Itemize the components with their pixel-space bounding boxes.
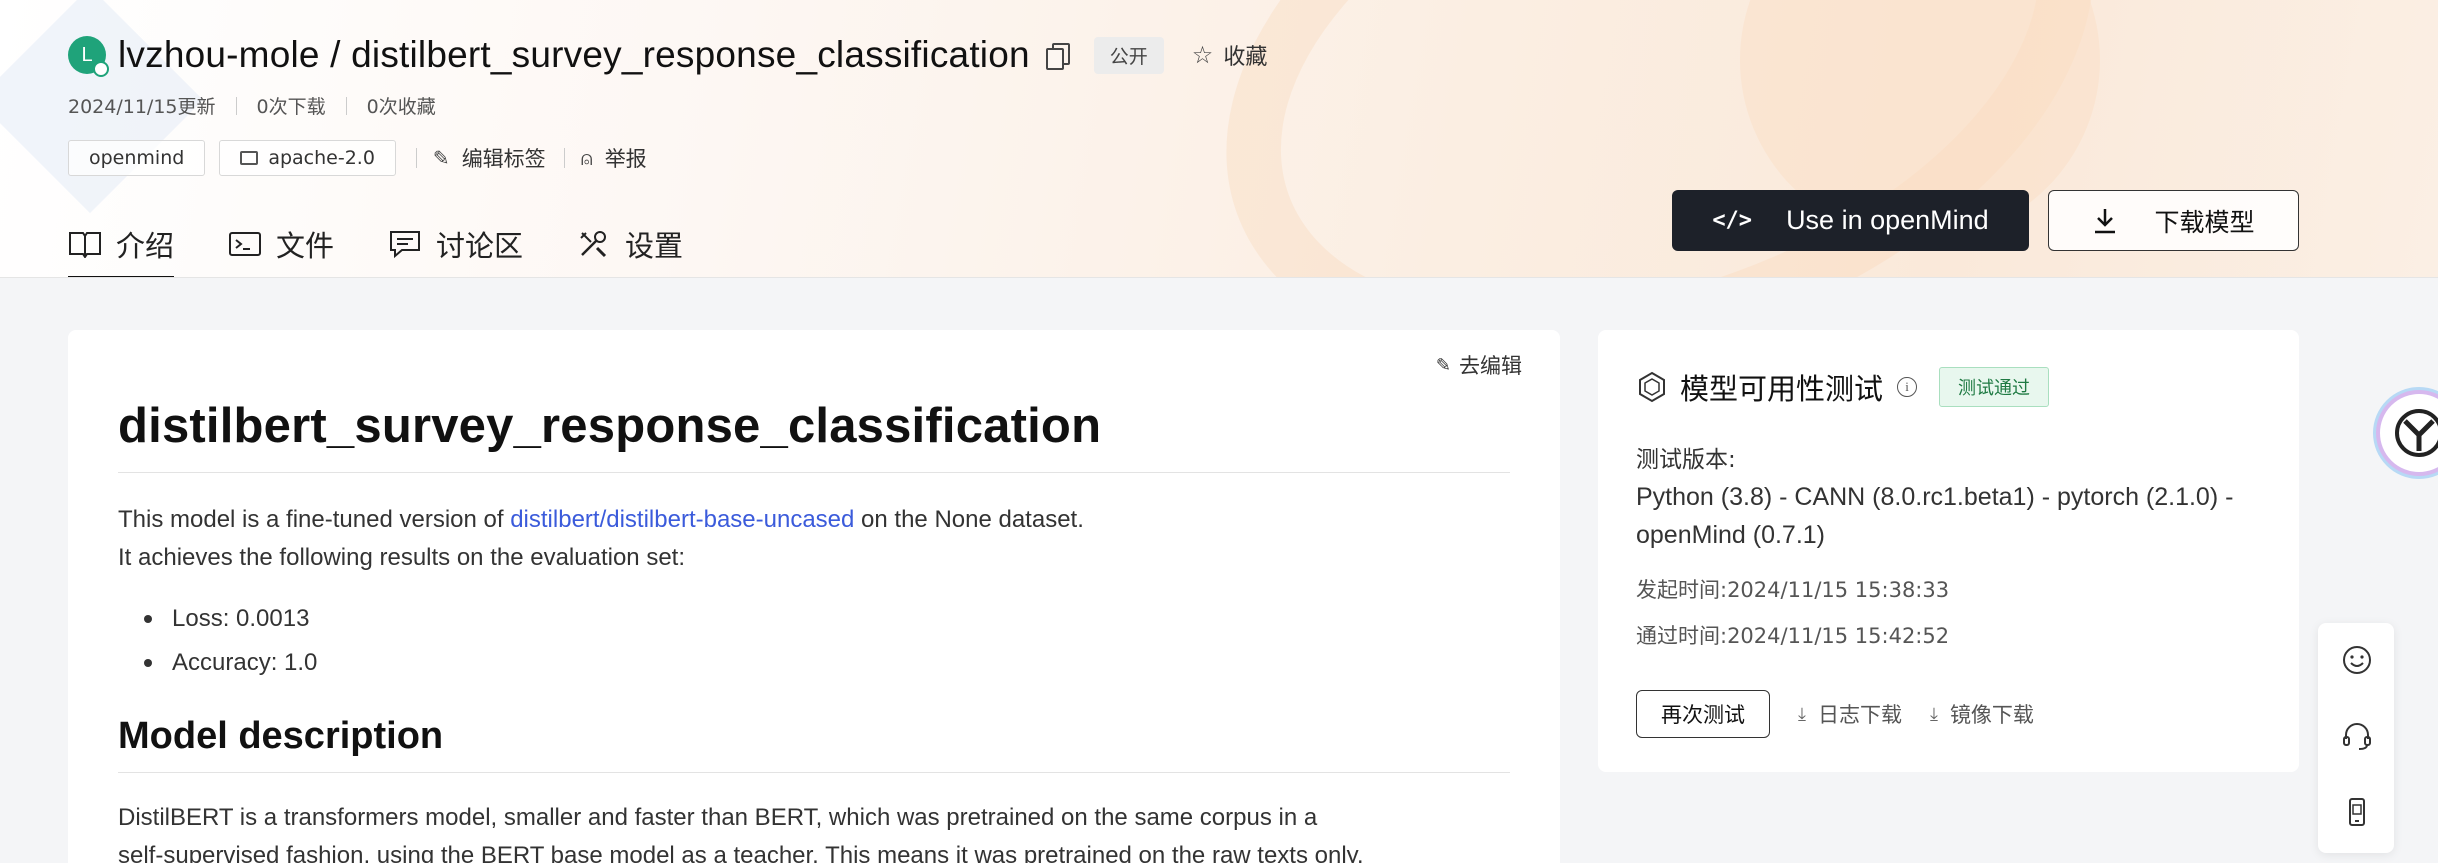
report-label: 举报 [604,147,647,171]
tools-icon [577,229,611,259]
hexagon-icon [1636,371,1668,403]
log-download-label: 日志下载 [1817,703,1902,727]
divider [415,148,417,168]
download-icon [2092,207,2118,235]
avatar-letter: L [81,43,93,66]
description-line: DistilBERT is a transformers model, smal… [118,804,1318,831]
copy-icon[interactable] [1045,43,1070,70]
tab-intro[interactable]: 介绍 [68,210,175,277]
info-icon[interactable]: i [1897,377,1918,397]
favorite-button[interactable]: ☆ 收藏 [1192,39,1268,71]
repo-title: lvzhou-mole / distilbert_survey_response… [118,34,1030,76]
download-icon: ⤓ [1798,703,1806,725]
tag-license[interactable]: apache-2.0 [219,140,396,176]
updated-date: 2024/11/15更新 [68,96,216,118]
availability-title: 模型可用性测试 [1680,372,1884,406]
download-icon: ⤓ [1929,703,1938,725]
feedback-smile-icon[interactable] [2340,643,2374,677]
intro-text: This model is a fine-tuned version of [118,506,511,533]
visibility-badge: 公开 [1093,36,1164,74]
use-in-openmind-label: Use in openMind [1786,205,1989,235]
version-value: Python (3.8) - CANN (8.0.rc1.beta1) - py… [1636,483,2234,549]
start-time: 发起时间:2024/11/15 15:38:33 [1636,578,1950,602]
version-label: 测试版本: [1636,447,1736,473]
lock-icon [93,61,109,77]
repo-header: L lvzhou-mole / distilbert_survey_respon… [0,0,2438,278]
tags-row: openmind apache-2.0 ✎ 编辑标签 ⍝ 举报 [68,140,647,176]
download-model-button[interactable]: 下载模型 [2048,190,2299,251]
image-download-label: 镜像下载 [1949,703,2034,727]
favorite-label: 收藏 [1223,45,1268,70]
terminal-icon [228,229,262,259]
tab-discussion[interactable]: 讨论区 [388,210,524,277]
availability-header: 模型可用性测试 i 测试通过 [1636,366,2050,408]
favorite-count: 0次收藏 [366,96,436,118]
repo-tabs: 介绍 文件 讨论区 设置 [68,210,737,277]
pencil-icon: ✎ [432,146,450,170]
repo-meta: 2024/11/15更新 0次下载 0次收藏 [68,92,436,119]
tab-settings[interactable]: 设置 [577,210,684,277]
divider [563,148,565,168]
headset-icon[interactable] [2340,719,2374,753]
section-heading: Model description [118,715,1510,773]
repo-owner[interactable]: lvzhou-mole [118,34,320,75]
status-badge: 测试通过 [1939,367,2050,407]
repo-title-row: L lvzhou-mole / distilbert_survey_respon… [68,30,1267,80]
list-item: Loss: 0.0013 [144,597,1510,641]
edit-tags-button[interactable]: ✎ 编辑标签 [433,143,546,173]
path-separator: / [330,34,341,75]
retest-button[interactable]: 再次测试 [1636,690,1770,738]
owner-avatar[interactable]: L [68,36,109,77]
edit-readme-label: 去编辑 [1459,354,1522,378]
availability-actions: 再次测试 ⤓ 日志下载 ⤓ 镜像下载 [1636,690,2034,738]
divider [235,96,237,115]
assistant-logo-icon [2395,409,2438,457]
download-model-label: 下载模型 [2154,207,2255,237]
tag-openmind[interactable]: openmind [68,140,206,176]
description-line: self-supervised fashion, using the BERT … [118,842,1364,863]
pencil-icon: ✎ [1435,354,1451,376]
readme-title: distilbert_survey_response_classificatio… [118,398,1510,473]
divider [345,96,347,115]
tab-label: 文件 [276,229,335,263]
book-icon [68,229,102,259]
tab-label: 讨论区 [436,229,524,263]
readme-intro: This model is a fine-tuned version of di… [118,501,1510,539]
edit-tags-label: 编辑标签 [461,147,546,171]
readme-card: ✎ 去编辑 distilbert_survey_response_classif… [68,330,1560,863]
download-count: 0次下载 [256,96,326,118]
readme-content: distilbert_survey_response_classificatio… [118,398,1510,863]
base-model-link[interactable]: distilbert/distilbert-base-uncased [510,506,854,533]
intro-text: on the None dataset. [854,506,1084,533]
edit-readme-link[interactable]: ✎ 去编辑 [1436,350,1522,380]
pass-time: 通过时间:2024/11/15 15:42:52 [1636,624,1950,648]
license-icon [240,151,259,165]
alarm-icon: ⍝ [580,146,593,170]
report-button[interactable]: ⍝ 举报 [581,143,647,173]
list-item: Accuracy: 1.0 [144,641,1510,685]
use-in-openmind-button[interactable]: </> Use in openMind [1672,190,2029,251]
floating-toolbar [2318,623,2394,853]
tab-label: 设置 [625,229,684,263]
results-list: Loss: 0.0013 Accuracy: 1.0 [144,597,1510,685]
availability-card: 模型可用性测试 i 测试通过 测试版本: Python (3.8) - CANN… [1598,330,2299,772]
assistant-logo-button[interactable] [2376,390,2438,476]
tab-files[interactable]: 文件 [228,210,335,277]
log-download-button[interactable]: ⤓ 日志下载 [1798,699,1902,729]
tag-label: apache-2.0 [268,147,375,169]
star-icon: ☆ [1191,41,1214,69]
readme-intro-line2: It achieves the following results on the… [118,544,685,571]
tag-label: openmind [89,147,185,169]
repo-name: distilbert_survey_response_classificatio… [351,34,1030,75]
code-icon: </> [1712,208,1753,233]
image-download-button[interactable]: ⤓ 镜像下载 [1930,699,2034,729]
tab-label: 介绍 [116,229,175,263]
chat-icon [388,229,422,259]
mobile-icon[interactable] [2340,795,2374,829]
